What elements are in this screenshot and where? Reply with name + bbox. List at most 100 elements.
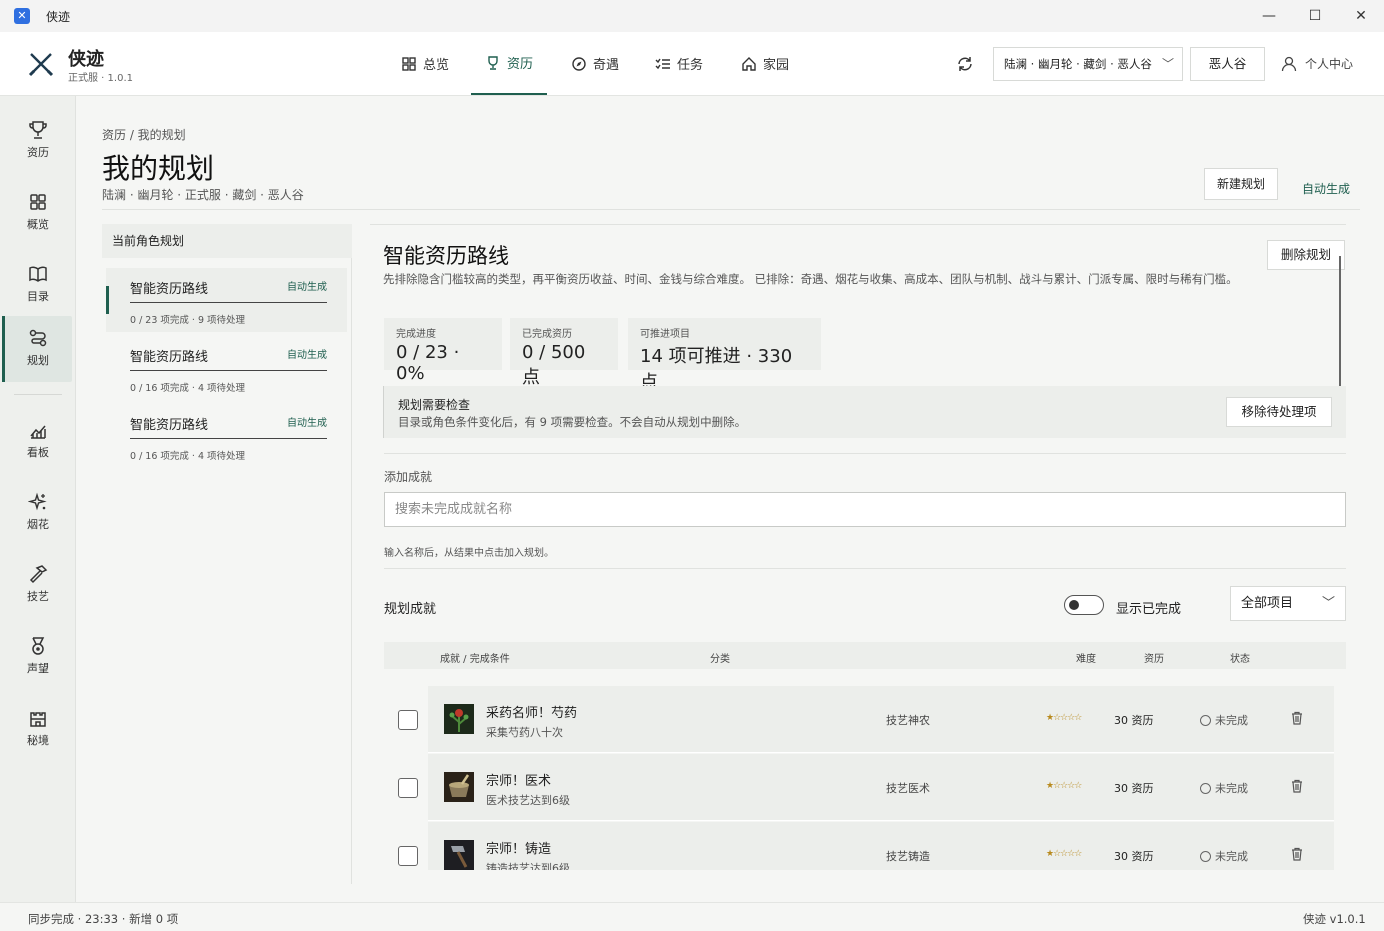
achievement-condition: 医术技艺达到6级 <box>486 794 570 807</box>
divider <box>370 224 1346 225</box>
server-select[interactable]: 陆澜 · 幽月轮 · 藏剑 · 恶人谷 ﹀ <box>993 47 1183 81</box>
sidebar-item-dashboard[interactable]: 看板 <box>4 408 72 474</box>
sidebar-item-reputation[interactable]: 声望 <box>4 624 72 690</box>
maximize-button[interactable]: ☐ <box>1292 0 1338 32</box>
active-indicator <box>106 286 109 314</box>
achievement-condition: 铸造技艺达到6级 <box>486 862 570 870</box>
minimize-button[interactable]: — <box>1246 0 1292 32</box>
plan-meta: 0 / 16 项完成 · 4 项待处理 <box>130 451 246 462</box>
nav-tab-overview[interactable]: 总览 <box>387 32 463 95</box>
window-titlebar: ✕ 侠迹 — ☐ ✕ <box>0 0 1384 32</box>
row-checkbox[interactable] <box>398 778 418 798</box>
stat-label: 可推进项目 <box>640 329 690 340</box>
status-badge: 未完成 <box>1200 848 1248 864</box>
status-text: 未完成 <box>1215 714 1248 727</box>
page-title: 我的规划 <box>102 152 215 185</box>
plan-item[interactable]: 智能资历路线 自动生成 0 / 16 项完成 · 4 项待处理 <box>106 404 347 468</box>
column-header: 资历 <box>1144 654 1164 665</box>
sidebar-item-label: 看板 <box>27 446 49 459</box>
trash-icon[interactable] <box>1290 779 1304 793</box>
remove-pending-button[interactable]: 移除待处理项 <box>1226 397 1332 427</box>
status-badge: 未完成 <box>1200 712 1248 728</box>
plan-tag: 自动生成 <box>287 418 327 429</box>
stat-label: 完成进度 <box>396 329 436 340</box>
sidebar-item-crafting[interactable]: 技艺 <box>4 552 72 618</box>
plan-title: 智能资历路线 <box>383 244 509 268</box>
plan-description: 先排除隐含门槛较高的类型，再平衡资历收益、时间、金钱与综合难度。 已排除：奇遇、… <box>383 272 1238 286</box>
row-checkbox[interactable] <box>398 710 418 730</box>
stat-value: 0 / 23 · 0% <box>396 342 460 384</box>
filter-select[interactable]: 全部项目 ﹀ <box>1230 586 1346 621</box>
sidebar-item-achievements[interactable]: 资历 <box>4 108 72 174</box>
table-row[interactable]: 采药名师！芍药 采集芍药八十次 技艺神农 ★☆☆☆☆ 30 资历 未完成 <box>428 686 1334 753</box>
delete-plan-button[interactable]: 删除规划 <box>1267 240 1345 270</box>
sidebar-item-label: 目录 <box>27 290 49 303</box>
table-row[interactable]: 宗师！铸造 铸造技艺达到6级 技艺铸造 ★☆☆☆☆ 30 资历 未完成 <box>428 822 1334 870</box>
achievement-name: 宗师！铸造 <box>486 842 552 857</box>
new-plan-button[interactable]: 新建规划 <box>1204 168 1278 200</box>
chevron-down-icon: ﹀ <box>1321 596 1335 611</box>
difficulty-stars: ★☆☆☆☆ <box>1046 781 1082 791</box>
divider <box>384 453 1346 454</box>
server-select-value: 陆澜 · 幽月轮 · 藏剑 · 恶人谷 <box>1004 57 1152 71</box>
trophy-icon <box>488 55 498 70</box>
sidebar: 资历 概览 目录 规划 看板 烟花 技艺 声望 秘境 <box>0 96 76 902</box>
refresh-icon[interactable] <box>956 55 974 73</box>
nav-tab-label: 总览 <box>423 58 450 73</box>
plans-panel: 当前角色规划 智能资历路线 自动生成 0 / 23 项完成 · 9 项待处理 智… <box>102 224 352 884</box>
nav-tab-label: 家园 <box>763 58 790 73</box>
achievement-condition: 采集芍药八十次 <box>486 726 563 739</box>
close-window-button[interactable]: ✕ <box>1338 0 1384 32</box>
plan-item[interactable]: 智能资历路线 自动生成 0 / 16 项完成 · 4 项待处理 <box>106 336 347 400</box>
home-icon <box>742 56 756 71</box>
sidebar-item-label: 技艺 <box>27 590 49 603</box>
crossed-swords-logo-icon <box>28 53 54 77</box>
sidebar-item-fireworks[interactable]: 烟花 <box>4 480 72 546</box>
stat-progress: 完成进度 0 / 23 · 0% <box>384 318 502 384</box>
nav-tab-home[interactable]: 家园 <box>727 32 803 95</box>
sidebar-item-planning[interactable]: 规划 <box>2 316 72 382</box>
sidebar-item-label: 概览 <box>27 218 49 231</box>
column-header: 分类 <box>710 654 730 665</box>
table-row[interactable]: 宗师！医术 医术技艺达到6级 技艺医术 ★☆☆☆☆ 30 资历 未完成 <box>428 754 1334 821</box>
show-completed-label: 显示已完成 <box>1116 602 1182 617</box>
nav-tab-achievements[interactable]: 资历 <box>471 32 548 95</box>
plan-item[interactable]: 智能资历路线 自动生成 0 / 23 项完成 · 9 项待处理 <box>106 268 347 332</box>
grid-icon <box>30 194 46 210</box>
difficulty-stars: ★☆☆☆☆ <box>1046 713 1082 723</box>
review-alert: 规划需要检查 目录或角色条件变化后，有 9 项需要检查。不会自动从规划中删除。 <box>383 386 1346 438</box>
auto-generate-button[interactable]: 自动生成 <box>1302 180 1350 197</box>
trash-icon[interactable] <box>1290 711 1304 725</box>
user-center-link[interactable]: 个人中心 <box>1281 55 1353 72</box>
user-center-label: 个人中心 <box>1305 57 1354 71</box>
divider <box>384 568 1346 569</box>
stat-available: 可推进项目 14 项可推进 · 330 点 <box>628 318 821 393</box>
chevron-down-icon: ﹀ <box>1161 57 1174 71</box>
status-bar: 同步完成 · 23:33 · 新增 0 项 侠迹 v1.0.1 <box>0 902 1384 931</box>
nav-tab-label: 奇遇 <box>593 58 620 73</box>
achievement-points: 30 资历 <box>1114 850 1154 863</box>
table-body: 采药名师！芍药 采集芍药八十次 技艺神农 ★☆☆☆☆ 30 资历 未完成 宗师！… <box>384 670 1346 870</box>
active-indicator <box>2 316 5 382</box>
show-completed-toggle[interactable] <box>1064 595 1104 615</box>
status-text: 未完成 <box>1215 850 1248 863</box>
compass-icon <box>572 56 586 71</box>
nav-tab-adventures[interactable]: 奇遇 <box>557 32 633 95</box>
toggle-knob <box>1069 600 1079 610</box>
search-input[interactable] <box>384 492 1346 527</box>
sidebar-item-catalog[interactable]: 目录 <box>4 252 72 318</box>
sidebar-item-label: 声望 <box>27 662 49 675</box>
mortar-item-icon <box>444 772 474 802</box>
sidebar-item-dungeons[interactable]: 秘境 <box>4 696 72 762</box>
nav-tab-quests[interactable]: 任务 <box>641 32 717 95</box>
plan-tag: 自动生成 <box>287 350 327 361</box>
castle-icon <box>30 712 46 727</box>
trophy-icon <box>29 121 47 139</box>
camp-button[interactable]: 恶人谷 <box>1190 47 1265 81</box>
column-header: 成就 / 完成条件 <box>440 654 510 665</box>
sidebar-item-overview[interactable]: 概览 <box>4 180 72 246</box>
trash-icon[interactable] <box>1290 847 1304 861</box>
divider <box>102 209 1360 210</box>
column-header: 状态 <box>1230 654 1250 665</box>
row-checkbox[interactable] <box>398 846 418 866</box>
